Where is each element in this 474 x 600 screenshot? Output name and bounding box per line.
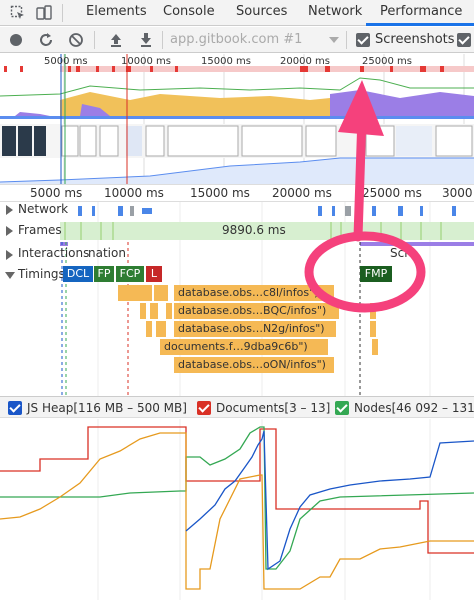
tab-sources[interactable]: Sources <box>236 4 287 19</box>
flame-event[interactable]: database.obs…N2g/infos") <box>174 321 336 337</box>
screenshots-checkbox[interactable] <box>356 33 370 47</box>
fcp-marker[interactable]: FCP <box>116 266 144 282</box>
upload-profile-icon[interactable] <box>108 32 124 48</box>
collapse-timings-icon[interactable] <box>5 272 15 279</box>
toolbar-separator <box>162 31 163 49</box>
tab-elements[interactable]: Elements <box>86 4 147 19</box>
js-heap-checkbox[interactable] <box>8 401 22 415</box>
expand-interactions-icon[interactable] <box>6 250 13 260</box>
active-tab-indicator <box>366 23 474 26</box>
memory-legend: JS Heap[116 MB – 500 MB] Documents[3 – 1… <box>0 396 474 418</box>
devtools-tab-bar: Elements Console Sources Network Perform… <box>0 0 474 26</box>
track-network[interactable]: Network <box>18 202 71 216</box>
inspect-element-icon[interactable] <box>10 5 26 21</box>
tab-performance[interactable]: Performance <box>380 4 462 19</box>
flame-event[interactable]: database.obs…BQC/infos") <box>174 303 334 319</box>
expand-frames-icon[interactable] <box>6 226 13 236</box>
screenshots-label: Screenshots <box>375 32 455 47</box>
toolbar-separator <box>62 4 63 22</box>
track-timings[interactable]: Timings <box>18 267 65 281</box>
tab-network[interactable]: Network <box>308 4 362 19</box>
performance-toolbar: app.gitbook.com #1 Screenshots <box>0 27 474 53</box>
overview-tick: 10000 ms <box>121 56 171 67</box>
chevron-down-icon[interactable] <box>329 37 339 43</box>
clear-icon[interactable] <box>68 32 84 48</box>
recording-selector[interactable]: app.gitbook.com #1 <box>170 32 302 47</box>
overview-canvas <box>0 54 474 184</box>
flame-event[interactable]: documents.f…9dba9c6b") <box>160 339 328 355</box>
flame-event[interactable]: database.obs…oON/infos") <box>174 357 334 373</box>
expand-network-icon[interactable] <box>6 205 13 215</box>
flame-event[interactable]: database.obs…c8l/infos") <box>174 285 334 301</box>
documents-checkbox[interactable] <box>197 401 211 415</box>
tab-console[interactable]: Console <box>163 4 215 19</box>
toolbar-separator <box>346 31 347 49</box>
timeline-overview[interactable]: 5000 ms 10000 ms 15000 ms 20000 ms 25000… <box>0 54 474 184</box>
toolbar-separator <box>94 31 95 49</box>
flame-chart[interactable]: Network Frames 9890.6 ms Interactions na… <box>0 202 474 396</box>
download-profile-icon[interactable] <box>138 32 154 48</box>
track-interactions[interactable]: Interactions <box>18 246 89 260</box>
fmp-marker[interactable]: FMP <box>360 266 392 282</box>
device-toolbar-icon[interactable] <box>36 5 52 21</box>
overview-tick: 20000 ms <box>280 56 330 67</box>
ruler-tick: 10000 ms <box>104 186 164 200</box>
memory-checkbox[interactable] <box>457 33 471 47</box>
overview-tick: 15000 ms <box>201 56 251 67</box>
js-heap-label: JS Heap[116 MB – 500 MB] <box>27 401 187 415</box>
ruler-tick: 25000 ms <box>362 186 422 200</box>
overview-tick: 5000 ms <box>44 56 88 67</box>
time-ruler: 5000 ms 10000 ms 15000 ms 20000 ms 25000… <box>0 184 474 202</box>
ruler-tick: 15000 ms <box>190 186 250 200</box>
documents-label: Documents[3 – 13] <box>216 401 331 415</box>
fp-marker[interactable]: FP <box>94 266 114 282</box>
track-frames[interactable]: Frames <box>18 223 62 237</box>
record-icon[interactable] <box>9 33 23 47</box>
ruler-tick: 3000 <box>442 186 473 200</box>
memory-counters-chart <box>0 419 474 600</box>
load-marker[interactable]: L <box>146 266 162 282</box>
nodes-label: Nodes[46 092 – 131 <box>354 401 474 415</box>
dcl-marker[interactable]: DCL <box>63 266 93 282</box>
interaction-label: nation <box>88 246 126 260</box>
ruler-tick: 5000 ms <box>30 186 83 200</box>
scroll-interaction-label: Scro <box>390 246 417 260</box>
nodes-checkbox[interactable] <box>335 401 349 415</box>
ruler-tick: 20000 ms <box>272 186 332 200</box>
frames-duration: 9890.6 ms <box>222 223 286 237</box>
reload-icon[interactable] <box>38 32 54 48</box>
overview-tick: 25000 ms <box>362 56 412 67</box>
